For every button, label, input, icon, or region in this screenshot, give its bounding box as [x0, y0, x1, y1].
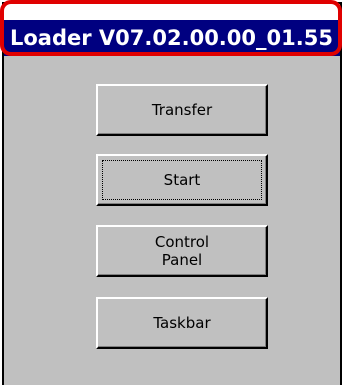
transfer-button[interactable]: Transfer — [96, 84, 268, 136]
taskbar-button[interactable]: Taskbar — [96, 297, 268, 349]
transfer-button-label: Transfer — [151, 101, 213, 119]
control-panel-button-label: Control Panel — [154, 233, 210, 269]
control-panel-button[interactable]: Control Panel — [96, 225, 268, 277]
loader-window: Loader V07.02.00.00_01.55 Transfer Start… — [2, 2, 342, 385]
start-button[interactable]: Start — [96, 154, 268, 206]
start-button-label: Start — [163, 171, 201, 189]
taskbar-button-label: Taskbar — [153, 314, 211, 332]
title-highlight-box — [0, 0, 342, 56]
